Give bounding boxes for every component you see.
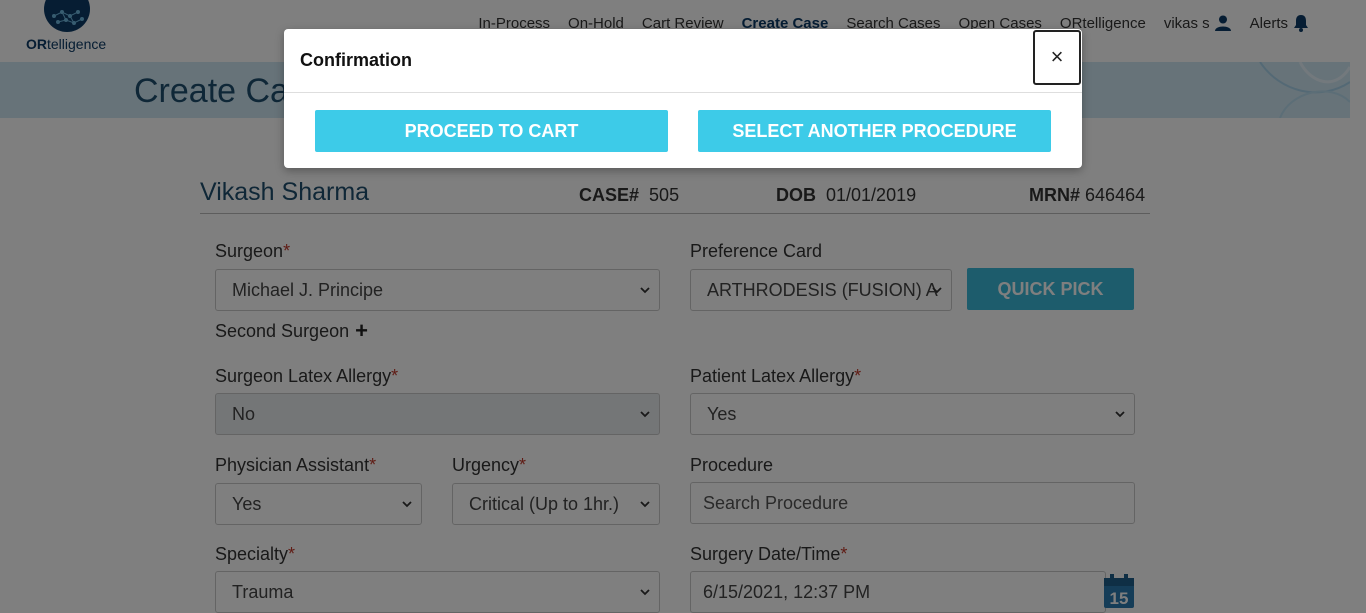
modal-header: Confirmation × — [284, 29, 1082, 93]
modal-title: Confirmation — [300, 50, 412, 70]
close-icon: × — [1050, 44, 1064, 69]
confirmation-modal: Confirmation × PROCEED TO CART SELECT AN… — [284, 29, 1082, 168]
proceed-to-cart-button[interactable]: PROCEED TO CART — [315, 110, 668, 152]
close-button[interactable]: × — [1033, 30, 1081, 85]
select-another-procedure-button[interactable]: SELECT ANOTHER PROCEDURE — [698, 110, 1051, 152]
